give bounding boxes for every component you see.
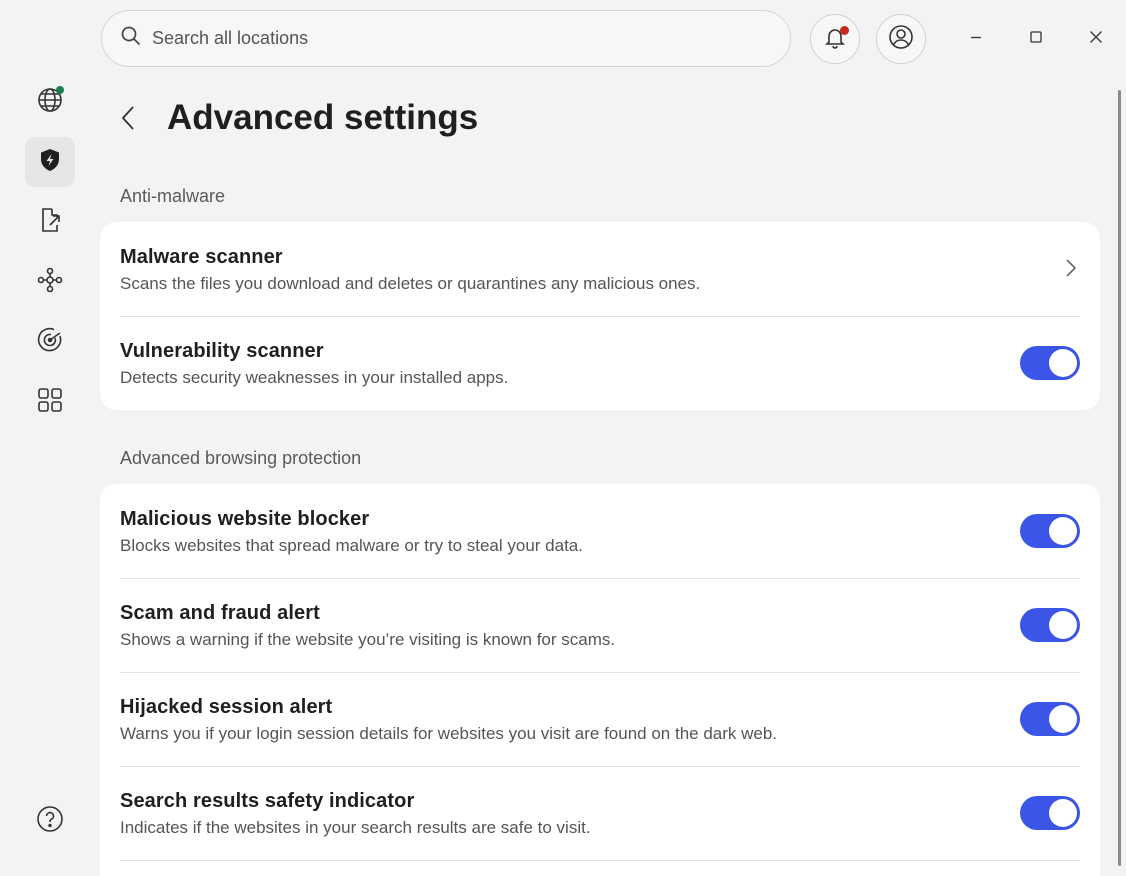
setting-title: Malware scanner — [120, 246, 283, 268]
network-icon — [36, 266, 64, 299]
setting-row-hijacked-session-alert: Hijacked session alert Warns you if your… — [100, 672, 1100, 766]
setting-title: Vulnerability scanner — [120, 340, 324, 362]
search-icon — [120, 25, 142, 52]
scrollbar[interactable] — [1118, 90, 1121, 866]
target-icon — [36, 326, 64, 359]
status-dot — [56, 86, 64, 94]
settings-card-browsing-protection: Malicious website blocker Blocks website… — [100, 484, 1100, 876]
setting-description: Detects security weaknesses in your inst… — [120, 368, 509, 387]
setting-title: Malicious website blocker — [120, 508, 370, 530]
search-input[interactable] — [152, 28, 752, 49]
account-button[interactable] — [876, 14, 926, 64]
maximize-icon — [1028, 29, 1044, 50]
notification-badge — [840, 26, 849, 35]
toggle-knob — [1049, 349, 1077, 377]
sidebar-item-file-export[interactable] — [25, 197, 75, 247]
toggle-knob — [1049, 799, 1077, 827]
toggle-knob — [1049, 705, 1077, 733]
sidebar-item-help[interactable] — [25, 796, 75, 846]
apps-grid-icon — [36, 386, 64, 419]
setting-description: Shows a warning if the website you’re vi… — [120, 630, 616, 649]
chevron-right-icon — [1064, 258, 1078, 278]
minimize-button[interactable] — [951, 14, 1001, 64]
setting-row-vulnerability-scanner: Vulnerability scanner Detects security w… — [100, 316, 1100, 410]
setting-title: Hijacked session alert — [120, 696, 333, 718]
sidebar — [0, 0, 100, 876]
sidebar-item-target[interactable] — [25, 317, 75, 367]
scam-fraud-alert-toggle[interactable] — [1020, 608, 1080, 642]
file-export-icon — [36, 206, 64, 239]
malicious-website-blocker-toggle[interactable] — [1020, 514, 1080, 548]
shield-bolt-icon — [36, 146, 64, 179]
setting-description: Indicates if the websites in your search… — [120, 818, 591, 837]
back-button[interactable] — [112, 102, 144, 138]
chevron-left-icon — [120, 105, 136, 136]
section-label-browsing-protection: Advanced browsing protection — [120, 448, 362, 468]
setting-description: Blocks websites that spread malware or t… — [120, 536, 583, 555]
search-results-safety-toggle[interactable] — [1020, 796, 1080, 830]
sidebar-item-globe[interactable] — [25, 77, 75, 127]
minimize-icon — [968, 29, 984, 50]
help-icon — [36, 805, 64, 838]
maximize-button[interactable] — [1011, 14, 1061, 64]
vulnerability-scanner-toggle[interactable] — [1020, 346, 1080, 380]
toggle-knob — [1049, 517, 1077, 545]
page-title: Advanced settings — [167, 98, 479, 137]
settings-card-anti-malware: Malware scanner Scans the files you down… — [100, 222, 1100, 410]
section-label-anti-malware: Anti-malware — [120, 186, 226, 206]
sidebar-item-protection[interactable] — [25, 137, 75, 187]
setting-row-scam-fraud-alert: Scam and fraud alert Shows a warning if … — [100, 578, 1100, 672]
hijacked-session-alert-toggle[interactable] — [1020, 702, 1080, 736]
setting-title: Search results safety indicator — [120, 790, 415, 812]
setting-row-malware-scanner[interactable]: Malware scanner Scans the files you down… — [100, 222, 1100, 316]
setting-row-malicious-website-blocker: Malicious website blocker Blocks website… — [100, 484, 1100, 578]
setting-row-search-results-safety: Search results safety indicator Indicate… — [100, 766, 1100, 860]
close-button[interactable] — [1071, 14, 1121, 64]
sidebar-item-apps[interactable] — [25, 377, 75, 427]
sidebar-item-network[interactable] — [25, 257, 75, 307]
toggle-knob — [1049, 611, 1077, 639]
search-bar[interactable] — [101, 10, 791, 67]
setting-title: Scam and fraud alert — [120, 602, 320, 624]
setting-row-divider — [100, 860, 1100, 876]
close-icon — [1088, 29, 1104, 50]
setting-description: Warns you if your login session details … — [120, 724, 778, 743]
setting-description: Scans the files you download and deletes… — [120, 274, 701, 293]
notifications-button[interactable] — [810, 14, 860, 64]
user-icon — [888, 24, 914, 55]
